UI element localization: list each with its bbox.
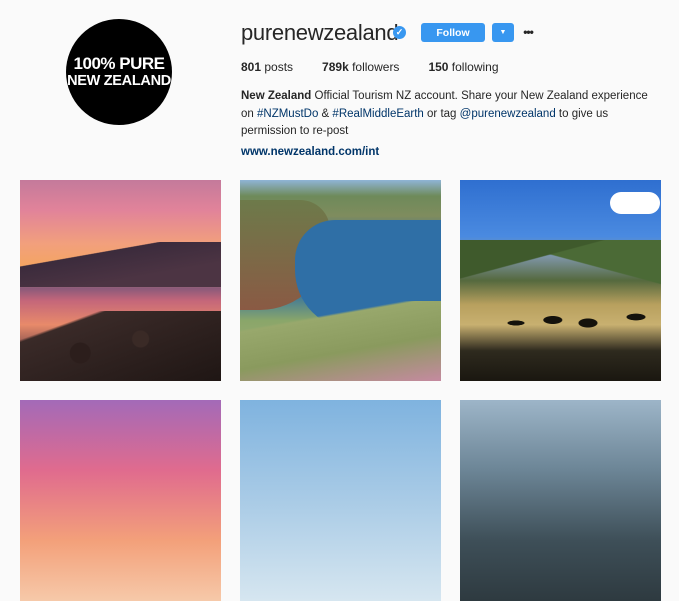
mountain-shape [20,242,221,287]
follow-button[interactable]: Follow [421,23,485,42]
bio-text: & [318,107,333,120]
post-thumbnail[interactable] [460,400,661,601]
post-thumbnail[interactable] [20,180,221,381]
post-thumbnail[interactable] [240,400,441,601]
verified-badge-icon: ✓ [393,26,406,39]
mountain-shape [460,240,661,295]
post-thumbnail[interactable] [460,180,661,381]
mention-link[interactable]: @purenewzealand [460,108,556,120]
posts-stat: 801 posts [241,60,293,74]
bio-text: or tag [423,107,460,120]
posts-count: 801 [241,60,262,74]
hashtag-link[interactable]: #RealMiddleEarth [332,108,423,120]
rocks-shape [20,311,221,381]
username: purenewzealand [241,20,399,45]
profile-stats: 801 posts 789k followers 150 following [241,60,528,74]
avatar-text-line1: 100% PURE [73,54,165,74]
hashtag-link[interactable]: #NZMustDo [257,108,318,120]
post-thumbnail[interactable] [20,400,221,601]
followers-stat[interactable]: 789k followers [322,60,399,74]
avatar[interactable]: 100% PURE NEW ZEALAND [66,19,172,125]
posts-label: posts [261,60,294,74]
hikers-shape [500,305,660,365]
cloud-shape [610,192,660,214]
more-options-icon: ••• [523,24,534,39]
followers-label: followers [348,60,400,74]
followers-count: 789k [322,60,349,74]
grass-shape [240,301,441,381]
profile-bio: New Zealand Official Tourism NZ account.… [241,88,661,161]
more-options-button[interactable]: ••• [520,22,536,41]
avatar-text-line2: NEW ZEALAND [67,73,171,90]
following-label: following [448,60,499,74]
bio-name: New Zealand [241,90,312,102]
post-thumbnail[interactable] [240,180,441,381]
following-stat[interactable]: 150 following [428,60,498,74]
suggestions-dropdown-button[interactable]: ▼ [492,23,514,42]
website-link[interactable]: www.newzealand.com/int [241,144,661,162]
following-count: 150 [428,60,449,74]
caret-down-icon: ▼ [499,29,507,36]
